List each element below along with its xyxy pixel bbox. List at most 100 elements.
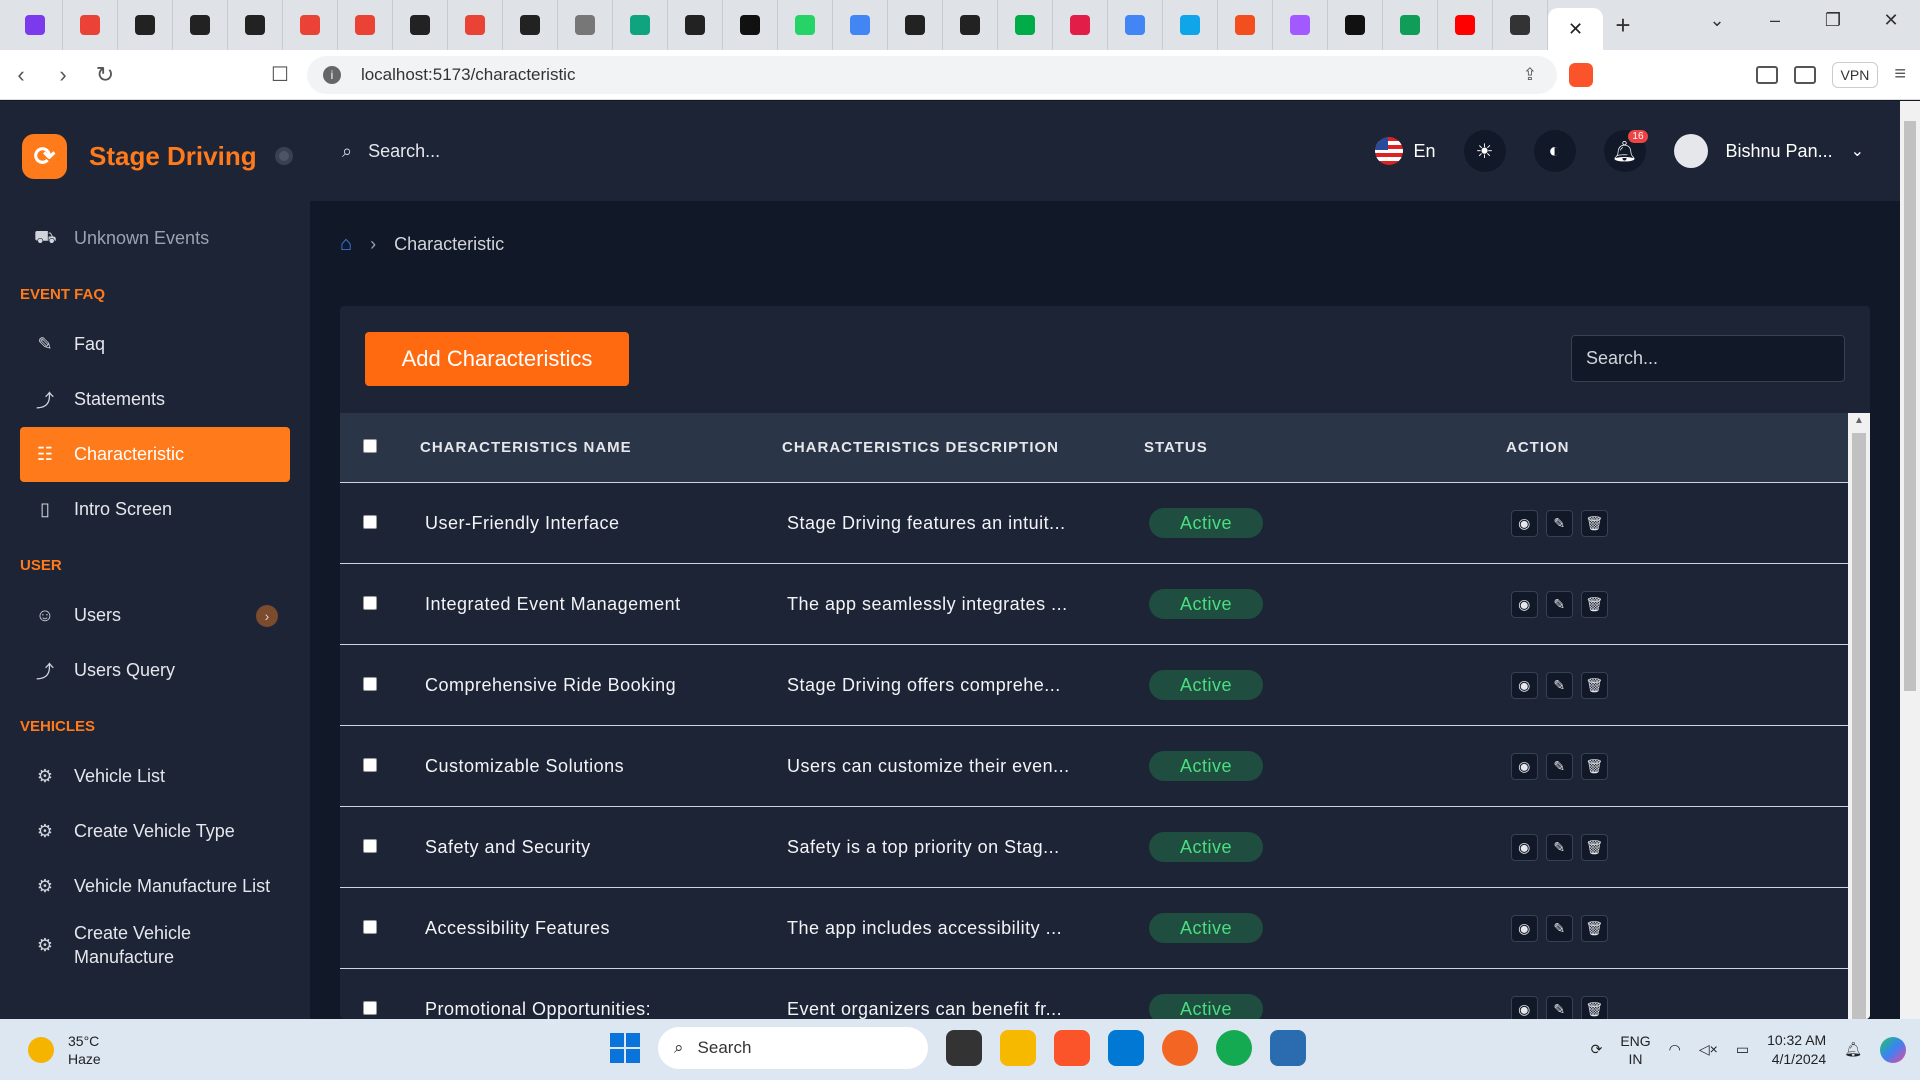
scroll-up-icon[interactable]: ▲: [1848, 415, 1870, 426]
language-label[interactable]: En: [1413, 141, 1435, 162]
sidebar-toggle-icon[interactable]: [274, 147, 293, 165]
edit-icon[interactable]: ✎: [1546, 833, 1573, 861]
brave-shield-icon[interactable]: [1568, 62, 1593, 87]
reload-icon[interactable]: ↻: [84, 62, 126, 88]
browser-tab[interactable]: [1383, 0, 1438, 50]
minimize-icon[interactable]: –: [1746, 0, 1804, 40]
view-eye-icon[interactable]: ◉: [1511, 752, 1538, 780]
volume-muted-icon[interactable]: ◁×: [1699, 1041, 1718, 1058]
browser-tab[interactable]: [723, 0, 778, 50]
photos-icon[interactable]: [1270, 1030, 1306, 1066]
delete-trash-icon[interactable]: 🗑︎: [1581, 914, 1608, 942]
add-characteristics-button[interactable]: Add Characteristics: [365, 332, 629, 386]
row-checkbox[interactable]: [363, 676, 377, 691]
tab-search-icon[interactable]: ⌄: [1688, 0, 1746, 40]
home-icon[interactable]: ⌂: [340, 233, 352, 256]
delete-trash-icon[interactable]: 🗑︎: [1581, 590, 1608, 618]
global-search[interactable]: ⌕ Search...: [342, 141, 440, 162]
edit-icon[interactable]: ✎: [1546, 752, 1573, 780]
table-scrollbar-thumb[interactable]: [1852, 433, 1866, 1019]
sidebar-toggle-icon[interactable]: [1755, 65, 1778, 84]
row-checkbox[interactable]: [363, 757, 377, 772]
view-eye-icon[interactable]: ◉: [1511, 995, 1538, 1019]
browser-tab[interactable]: [448, 0, 503, 50]
view-eye-icon[interactable]: ◉: [1511, 590, 1538, 618]
sync-icon[interactable]: ⟳: [1591, 1041, 1603, 1058]
browser-tab[interactable]: [1108, 0, 1163, 50]
browser-tab[interactable]: [63, 0, 118, 50]
page-scrollbar[interactable]: [1900, 101, 1920, 1019]
browser-tab[interactable]: [1053, 0, 1108, 50]
sidebar-item-vehicle-list[interactable]: ⚙ Vehicle List: [20, 749, 290, 804]
vscode-icon[interactable]: [1108, 1030, 1144, 1066]
row-checkbox[interactable]: [363, 919, 377, 934]
forward-icon[interactable]: ›: [42, 62, 84, 88]
battery-icon[interactable]: ▭: [1736, 1041, 1749, 1058]
sidebar-item-unknown-events[interactable]: ⛟ Unknown Events: [20, 211, 290, 266]
delete-trash-icon[interactable]: 🗑︎: [1581, 752, 1608, 780]
brand[interactable]: ⟳ Stage Driving: [0, 101, 310, 211]
close-window-icon[interactable]: ✕: [1862, 0, 1920, 40]
menu-icon[interactable]: ≡: [1894, 63, 1906, 86]
sidebar-item-intro-screen[interactable]: ▯ Intro Screen: [20, 482, 290, 537]
browser-tab[interactable]: [558, 0, 613, 50]
row-checkbox[interactable]: [363, 1000, 377, 1015]
browser-tab[interactable]: [283, 0, 338, 50]
browser-tab[interactable]: [943, 0, 998, 50]
notification-bell-icon[interactable]: 🔔︎: [1844, 1041, 1862, 1058]
palette-icon[interactable]: ◐: [1533, 130, 1576, 172]
browser-tab[interactable]: [668, 0, 723, 50]
browser-tab[interactable]: [778, 0, 833, 50]
sidebar-item-create-vehicle-manufacture[interactable]: ⚙ Create Vehicle Manufacture: [20, 914, 290, 976]
browser-tab[interactable]: [118, 0, 173, 50]
edit-icon[interactable]: ✎: [1546, 995, 1573, 1019]
copilot-icon[interactable]: [1880, 1036, 1906, 1063]
sidebar-item-statements[interactable]: ⤴ Statements: [20, 372, 290, 427]
taskbar-search[interactable]: ⌕ Search: [658, 1027, 928, 1069]
row-checkbox[interactable]: [363, 514, 377, 529]
delete-trash-icon[interactable]: 🗑︎: [1581, 671, 1608, 699]
edit-icon[interactable]: ✎: [1546, 509, 1573, 537]
sidebar-item-faq[interactable]: ✎ Faq: [20, 317, 290, 372]
bookmark-icon[interactable]: ☐: [271, 62, 289, 87]
browser-tab[interactable]: [338, 0, 393, 50]
file-explorer-icon[interactable]: [1000, 1030, 1036, 1066]
edit-icon[interactable]: ✎: [1546, 914, 1573, 942]
user-menu[interactable]: Bishnu Pan... ⌄: [1673, 134, 1864, 168]
browser-tab[interactable]: [393, 0, 448, 50]
browser-tab[interactable]: [1218, 0, 1273, 50]
input-language[interactable]: ENG IN: [1620, 1032, 1650, 1068]
row-checkbox[interactable]: [363, 595, 377, 610]
edit-icon[interactable]: ✎: [1546, 590, 1573, 618]
clock[interactable]: 10:32 AM 4/1/2024: [1767, 1031, 1826, 1069]
table-search-input[interactable]: [1571, 335, 1845, 382]
browser-tab[interactable]: [998, 0, 1053, 50]
brave-browser-icon[interactable]: [1054, 1030, 1090, 1066]
view-eye-icon[interactable]: ◉: [1511, 671, 1538, 699]
back-icon[interactable]: ‹: [0, 62, 42, 88]
close-tab-icon[interactable]: ✕: [1568, 19, 1583, 40]
delete-trash-icon[interactable]: 🗑︎: [1581, 509, 1608, 537]
view-eye-icon[interactable]: ◉: [1511, 914, 1538, 942]
browser-tab[interactable]: [173, 0, 228, 50]
url-field[interactable]: i localhost:5173/characteristic ⇪: [306, 55, 1557, 94]
active-tab[interactable]: ✕: [1548, 8, 1603, 50]
weather-widget[interactable]: 35°C Haze: [0, 1032, 101, 1068]
browser-tab[interactable]: [833, 0, 888, 50]
page-scrollbar-thumb[interactable]: [1904, 121, 1916, 691]
share-icon[interactable]: ⇪: [1523, 65, 1537, 85]
browser-tab[interactable]: [503, 0, 558, 50]
windows-start-icon[interactable]: [610, 1033, 640, 1063]
view-eye-icon[interactable]: ◉: [1511, 509, 1538, 537]
maximize-icon[interactable]: ❐: [1804, 0, 1862, 40]
new-tab-button[interactable]: +: [1603, 10, 1643, 41]
browser-tab[interactable]: [1273, 0, 1328, 50]
vpn-button[interactable]: VPN: [1831, 61, 1879, 88]
wallet-icon[interactable]: [1793, 65, 1816, 84]
row-checkbox[interactable]: [363, 838, 377, 853]
us-flag-icon[interactable]: [1375, 137, 1404, 165]
mongodb-compass-icon[interactable]: [1216, 1030, 1252, 1066]
browser-tab[interactable]: [1438, 0, 1493, 50]
table-scrollbar[interactable]: ▲: [1848, 413, 1870, 1019]
postman-icon[interactable]: [1162, 1030, 1198, 1066]
